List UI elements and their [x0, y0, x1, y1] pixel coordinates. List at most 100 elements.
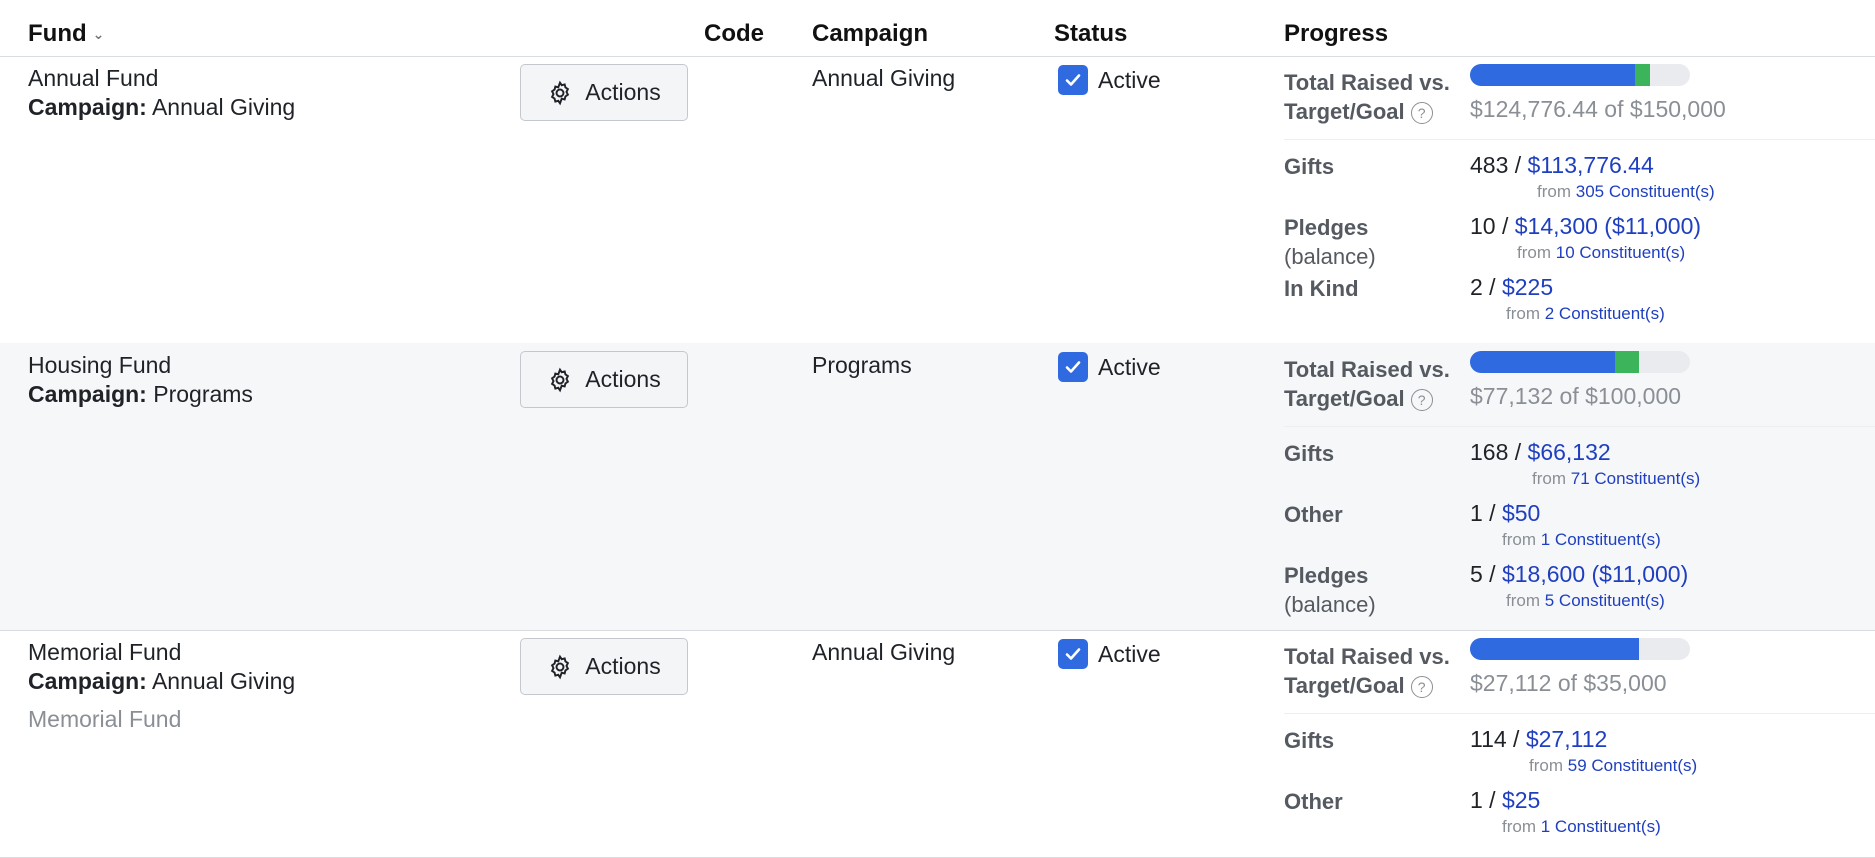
balance-label: (balance): [1284, 244, 1376, 269]
progress-from: from 1 Constituent(s): [1502, 530, 1661, 550]
actions-button-label: Actions: [585, 653, 661, 679]
help-icon[interactable]: ?: [1410, 389, 1433, 412]
progress-from: from 305 Constituent(s): [1537, 182, 1715, 202]
campaign-prefix: Campaign:: [28, 668, 147, 694]
active-checkbox[interactable]: [1058, 65, 1088, 95]
constituents-link[interactable]: 305 Constituent(s): [1576, 182, 1715, 201]
campaign-prefix: Campaign:: [28, 94, 147, 120]
status-cell: Active: [1058, 65, 1161, 95]
progress-amount-link[interactable]: $225: [1502, 274, 1553, 300]
progress-from: from 59 Constituent(s): [1529, 756, 1697, 776]
total-raised-label: Total Raised vs. Target/Goal?: [1284, 642, 1450, 700]
divider: [1284, 426, 1875, 427]
fund-campaign: Campaign: Annual Giving: [28, 94, 295, 121]
progress-amount-link[interactable]: $66,132: [1528, 439, 1611, 465]
progress-from: from 10 Constituent(s): [1517, 243, 1685, 263]
progress-from: from 5 Constituent(s): [1506, 591, 1665, 611]
table-row: Housing Fund Campaign: Programs Actions …: [0, 343, 1875, 631]
campaign-cell: Annual Giving: [812, 65, 956, 91]
actions-button[interactable]: Actions: [520, 638, 688, 695]
status-cell: Active: [1058, 352, 1161, 382]
constituents-link[interactable]: 71 Constituent(s): [1571, 469, 1700, 488]
actions-button[interactable]: Actions: [520, 351, 688, 408]
progress-amount-link[interactable]: $50: [1502, 500, 1540, 526]
progress-amount-link[interactable]: $14,300 ($11,000): [1515, 213, 1701, 239]
column-header-campaign: Campaign: [812, 20, 929, 47]
constituents-link[interactable]: 10 Constituent(s): [1556, 243, 1685, 262]
status-label: Active: [1098, 640, 1161, 667]
fund-campaign-value: Annual Giving: [151, 668, 296, 694]
progress-count: 1 /: [1470, 787, 1496, 813]
progress-from: from 2 Constituent(s): [1506, 304, 1665, 324]
progress-value: 1 / $50: [1470, 500, 1540, 527]
constituents-link[interactable]: 2 Constituent(s): [1545, 304, 1665, 323]
progress-bar: [1470, 64, 1690, 86]
progress-amount-link[interactable]: $113,776.44: [1528, 152, 1654, 178]
progress-amount-link[interactable]: $27,112: [1526, 726, 1607, 752]
pledges-label: Pledges: [1284, 215, 1369, 240]
progress-label-gifts: Gifts: [1284, 441, 1335, 466]
column-header-code: Code: [704, 20, 764, 47]
fund-campaign-value: Programs: [153, 381, 253, 407]
constituents-link[interactable]: 5 Constituent(s): [1545, 591, 1665, 610]
funds-table: Fund ⌄ Code Campaign Status Progress Annu…: [0, 0, 1875, 858]
progress-count: 10 /: [1470, 213, 1509, 239]
progress-fill-raised: [1470, 64, 1635, 86]
help-icon[interactable]: ?: [1410, 102, 1433, 125]
progress-count: 168 /: [1470, 439, 1522, 465]
fund-name: Housing Fund: [28, 352, 172, 378]
column-header-progress: Progress: [1284, 20, 1389, 47]
column-header-status: Status: [1054, 20, 1128, 47]
constituents-link[interactable]: 59 Constituent(s): [1568, 756, 1697, 775]
fund-campaign-value: Annual Giving: [151, 94, 296, 120]
balance-label: (balance): [1284, 592, 1376, 617]
divider: [1284, 139, 1875, 140]
progress-label-gifts: Gifts: [1284, 728, 1335, 753]
from-label: from: [1502, 530, 1536, 549]
fund-name: Memorial Fund: [28, 639, 182, 665]
pledges-label: Pledges: [1284, 563, 1369, 588]
progress-count: 1 /: [1470, 500, 1496, 526]
progress-value: 5 / $18,600 ($11,000): [1470, 561, 1688, 588]
check-icon: [1065, 648, 1081, 660]
fund-campaign: Campaign: Annual Giving: [28, 668, 295, 695]
help-icon[interactable]: ?: [1410, 676, 1433, 699]
constituents-link[interactable]: 1 Constituent(s): [1541, 530, 1661, 549]
progress-count: 2 /: [1470, 274, 1496, 300]
actions-button-label: Actions: [585, 79, 661, 105]
check-icon: [1065, 361, 1081, 373]
chevron-down-icon[interactable]: ⌄: [93, 26, 105, 42]
campaign-cell: Annual Giving: [812, 639, 956, 665]
progress-count: 5 /: [1470, 561, 1496, 587]
progress-value: 168 / $66,132: [1470, 439, 1611, 466]
progress-amount-link[interactable]: $18,600 ($11,000): [1502, 561, 1688, 587]
total-raised-value: $124,776.44 of $150,000: [1470, 96, 1726, 122]
progress-label-pledges: Pledges (balance): [1284, 561, 1376, 619]
actions-button-label: Actions: [585, 366, 661, 392]
progress-fill-pledged: [1635, 64, 1651, 86]
progress-amount-link[interactable]: $25: [1502, 787, 1540, 813]
progress-label-other: Other: [1284, 789, 1343, 814]
progress-fill-pledged: [1615, 351, 1640, 373]
total-raised-value: $77,132 of $100,000: [1470, 383, 1682, 409]
table-row: Memorial Fund Campaign: Annual Giving Me…: [0, 630, 1875, 858]
progress-fill-raised: [1470, 351, 1616, 373]
progress-value: 1 / $25: [1470, 787, 1540, 814]
progress-value: 114 / $27,112: [1470, 726, 1607, 753]
total-raised-line1: Total Raised vs.: [1284, 70, 1450, 95]
total-raised-line2: Target/Goal: [1284, 386, 1405, 411]
actions-button[interactable]: Actions: [520, 64, 688, 121]
progress-value: 2 / $225: [1470, 274, 1553, 301]
progress-bar: [1470, 638, 1690, 660]
from-label: from: [1537, 182, 1571, 201]
active-checkbox[interactable]: [1058, 639, 1088, 669]
progress-label-in-kind: In Kind: [1284, 276, 1359, 301]
active-checkbox[interactable]: [1058, 352, 1088, 382]
constituents-link[interactable]: 1 Constituent(s): [1541, 817, 1661, 836]
progress-from: from 71 Constituent(s): [1532, 469, 1700, 489]
from-label: from: [1506, 591, 1540, 610]
fund-description: Memorial Fund: [28, 706, 182, 732]
column-header-fund[interactable]: Fund ⌄: [28, 20, 104, 48]
total-raised-line2: Target/Goal: [1284, 99, 1405, 124]
gear-icon: [551, 80, 570, 105]
